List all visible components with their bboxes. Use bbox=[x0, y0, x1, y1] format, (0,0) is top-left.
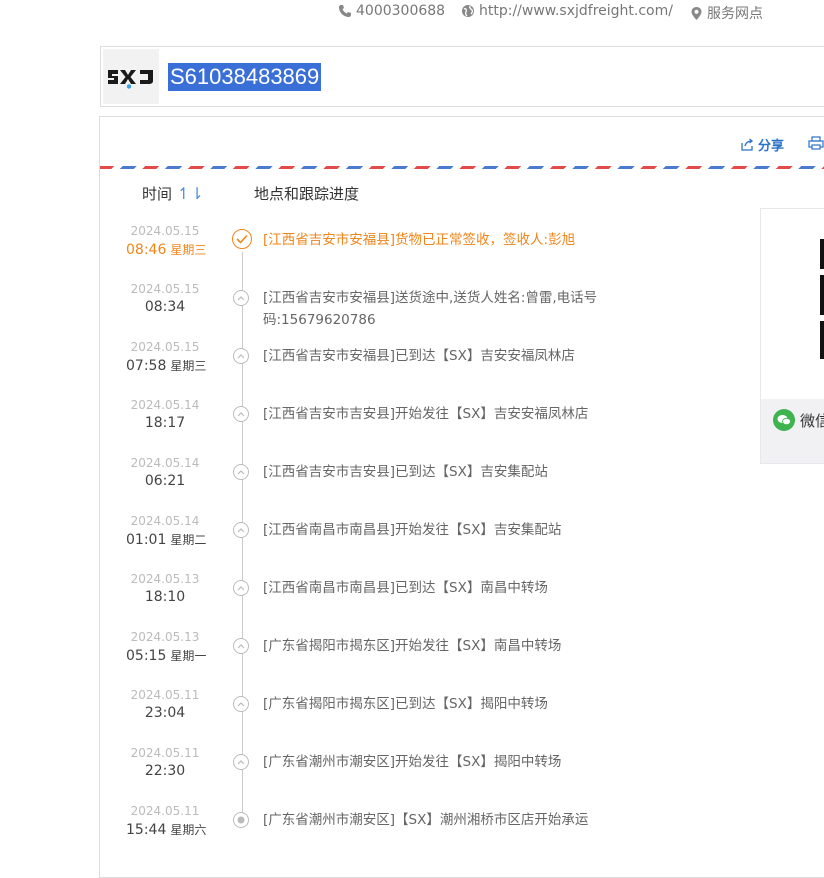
sort-icon[interactable]: ↿⇂ bbox=[177, 184, 204, 203]
location-column-header: 地点和跟踪进度 bbox=[254, 185, 360, 203]
event-date: 2024.05.11 bbox=[130, 688, 200, 702]
tracking-card: 分享 时间 ↿⇂ 地点和跟踪进度 2024.05.15 08:46 星期三 [江西省吉… bbox=[99, 116, 824, 878]
print-button[interactable] bbox=[808, 135, 824, 154]
event-date: 2024.05.11 bbox=[130, 746, 200, 760]
event-weekday: 星期三 bbox=[170, 243, 207, 257]
event-date: 2024.05.15 bbox=[130, 282, 200, 296]
event-weekday: 星期三 bbox=[170, 359, 207, 373]
event-description: [广东省潮州市潮安区]开始发往【SX】揭阳中转场 bbox=[263, 754, 562, 770]
event-time: 05:15 星期一 bbox=[126, 647, 206, 664]
wechat-label: 微信 bbox=[800, 411, 824, 430]
chevron-up-icon bbox=[233, 580, 249, 596]
event-weekday: 星期六 bbox=[170, 823, 207, 837]
wechat-follow[interactable]: 微信 bbox=[773, 409, 824, 431]
share-icon bbox=[741, 138, 754, 151]
chevron-up-icon bbox=[233, 638, 249, 654]
event-weekday: 星期二 bbox=[170, 533, 207, 547]
chevron-up-icon bbox=[233, 290, 249, 306]
event-description: [广东省揭阳市揭东区]已到达【SX】揭阳中转场 bbox=[263, 696, 548, 712]
event-time: 07:58 星期三 bbox=[126, 357, 206, 374]
event-clock: 23:04 bbox=[144, 705, 186, 721]
event-description: [江西省吉安市吉安县]已到达【SX】吉安集配站 bbox=[263, 464, 548, 480]
tracking-header: S61038483869 bbox=[100, 46, 824, 107]
event-description: [广东省揭阳市揭东区]开始发往【SX】南昌中转场 bbox=[263, 638, 562, 654]
event-description: [江西省吉安市吉安县]开始发往【SX】吉安安福凤林店 bbox=[263, 406, 589, 422]
phone-icon bbox=[339, 5, 351, 17]
printer-icon bbox=[808, 136, 824, 150]
time-header-label: 时间 bbox=[142, 185, 173, 203]
event-date: 2024.05.14 bbox=[130, 398, 200, 412]
qr-code bbox=[761, 209, 824, 399]
service-outlets-label: 服务网点 bbox=[707, 6, 763, 22]
event-clock: 01:01 bbox=[126, 532, 167, 548]
event-clock: 08:46 bbox=[126, 242, 167, 258]
event-time: 18:17 bbox=[100, 415, 230, 431]
event-clock: 07:58 bbox=[126, 358, 167, 374]
event-description: [江西省吉安市安福县]货物已正常签收，签收人:彭旭 bbox=[263, 232, 576, 248]
chevron-up-icon bbox=[233, 348, 249, 364]
event-time: 22:30 bbox=[100, 763, 230, 779]
event-description: [广东省潮州市潮安区]【SX】潮州湘桥市区店开始承运 bbox=[263, 812, 589, 828]
sxj-logo-icon bbox=[106, 63, 156, 89]
event-time: 15:44 星期六 bbox=[126, 821, 206, 838]
globe-icon bbox=[462, 5, 474, 17]
share-button[interactable]: 分享 bbox=[741, 135, 784, 154]
event-date: 2024.05.14 bbox=[130, 514, 200, 528]
time-column-header[interactable]: 时间 ↿⇂ bbox=[142, 183, 204, 204]
website-url: http://www.sxjdfreight.com/ bbox=[479, 3, 673, 19]
event-date: 2024.05.13 bbox=[130, 572, 200, 586]
event-time: 06:21 bbox=[100, 473, 230, 489]
event-date: 2024.05.15 bbox=[130, 224, 200, 238]
airmail-border bbox=[100, 166, 824, 169]
chevron-up-icon bbox=[233, 406, 249, 422]
event-time: 01:01 星期二 bbox=[126, 531, 206, 548]
event-time: 18:10 bbox=[100, 589, 230, 605]
chevron-up-icon bbox=[233, 696, 249, 712]
event-date: 2024.05.15 bbox=[130, 340, 200, 354]
event-clock: 06:21 bbox=[144, 473, 186, 489]
event-clock: 18:17 bbox=[144, 415, 186, 431]
origin-dot-icon bbox=[233, 812, 249, 828]
check-circle-icon bbox=[232, 229, 252, 249]
chevron-up-icon bbox=[233, 464, 249, 480]
tracking-number[interactable]: S61038483869 bbox=[168, 63, 322, 91]
hotline[interactable]: 4000300688 bbox=[338, 3, 445, 19]
event-weekday: 星期一 bbox=[170, 649, 207, 663]
event-date: 2024.05.11 bbox=[130, 804, 200, 818]
chevron-up-icon bbox=[233, 754, 249, 770]
wechat-qr-panel: 微信 bbox=[760, 208, 824, 464]
event-time: 08:34 bbox=[100, 299, 230, 315]
service-outlets-link[interactable]: 服务网点 bbox=[690, 3, 763, 23]
event-clock: 22:30 bbox=[144, 763, 186, 779]
contact-bar: 4000300688 http://www.sxjdfreight.com/ 服… bbox=[0, 0, 824, 30]
company-logo bbox=[103, 49, 159, 104]
location-pin-icon bbox=[691, 6, 702, 20]
event-clock: 15:44 bbox=[126, 822, 167, 838]
share-label: 分享 bbox=[758, 139, 785, 154]
chevron-up-icon bbox=[233, 522, 249, 538]
event-date: 2024.05.14 bbox=[130, 456, 200, 470]
event-clock: 05:15 bbox=[126, 648, 167, 664]
event-date: 2024.05.13 bbox=[130, 630, 200, 644]
event-description: [江西省南昌市南昌县]开始发往【SX】吉安集配站 bbox=[263, 522, 562, 538]
event-description: [江西省吉安市安福县]送货途中,送货人姓名:曾雷,电话号码:1567962078… bbox=[263, 290, 598, 328]
website-link[interactable]: http://www.sxjdfreight.com/ bbox=[461, 3, 673, 19]
wechat-icon bbox=[773, 409, 795, 431]
event-time: 08:46 星期三 bbox=[126, 241, 206, 258]
event-time: 23:04 bbox=[100, 705, 230, 721]
event-description: [江西省吉安市安福县]已到达【SX】吉安安福凤林店 bbox=[263, 348, 575, 364]
event-description: [江西省南昌市南昌县]已到达【SX】南昌中转场 bbox=[263, 580, 548, 596]
event-clock: 08:34 bbox=[144, 299, 186, 315]
hotline-number: 4000300688 bbox=[356, 3, 446, 19]
event-clock: 18:10 bbox=[144, 589, 186, 605]
